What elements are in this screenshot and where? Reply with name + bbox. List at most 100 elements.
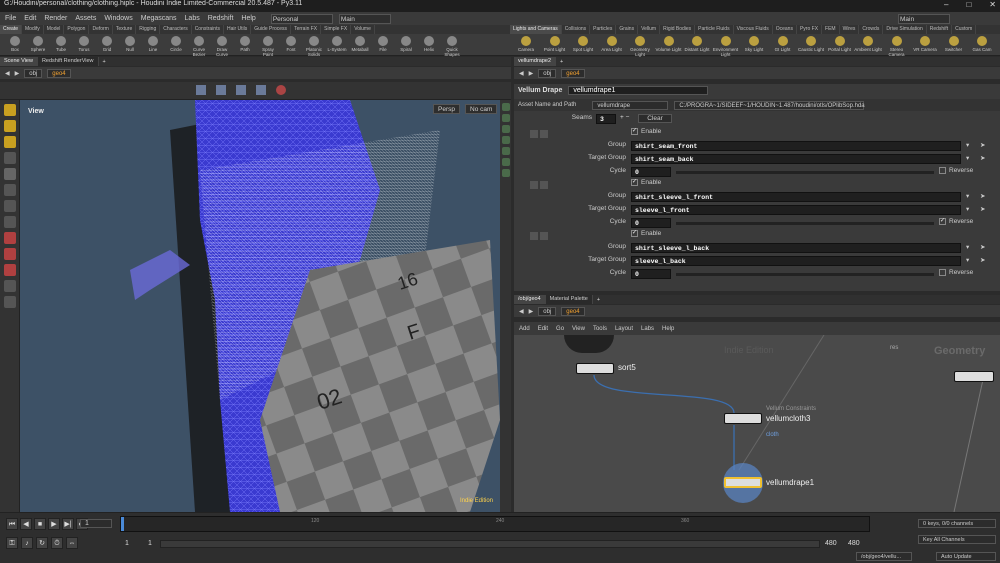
path-obj[interactable]: obj <box>24 68 43 78</box>
asset-name-field[interactable]: vellumdrape <box>592 100 669 110</box>
snap-tool-icon[interactable] <box>3 248 16 260</box>
shelf-tool[interactable]: Camera <box>512 34 540 56</box>
key-icon[interactable]: ⚿ <box>6 537 18 549</box>
shelf-tab[interactable]: Model <box>44 25 65 34</box>
shelf-tool[interactable]: File <box>372 34 394 56</box>
shelf-tab[interactable]: Wires <box>840 25 860 34</box>
menu-help[interactable]: Help <box>240 15 256 22</box>
shelf-tab[interactable]: Guide Process <box>251 25 292 34</box>
path-geo4[interactable]: geo4 <box>47 68 71 78</box>
network-menu-view[interactable]: View <box>572 326 585 332</box>
shelf-tab[interactable]: Rigid Bodies <box>660 25 696 34</box>
snap-grid-icon[interactable] <box>3 264 16 276</box>
select-tool-icon[interactable] <box>3 104 16 116</box>
brush-tool-icon[interactable] <box>3 200 16 212</box>
shelf-tab[interactable]: Terrain FX <box>291 25 322 34</box>
asset-path-field[interactable]: C:/PROGRA~1/SIDEEF~1/HOUDIN~1.487/houdin… <box>674 100 865 110</box>
add-param-tab-icon[interactable]: + <box>556 59 567 65</box>
network-menu-edit[interactable]: Edit <box>538 326 548 332</box>
reverse-toggle[interactable]: Reverse <box>939 269 973 276</box>
vellumcloth3-node[interactable] <box>724 413 762 424</box>
range-slider[interactable] <box>160 540 820 548</box>
shelf-tool[interactable]: Platonic Solids <box>303 34 325 57</box>
rotate-tool-icon[interactable] <box>3 136 16 148</box>
select-arrow-icon[interactable]: ➤ <box>980 205 985 213</box>
sound-icon[interactable]: ♪ <box>21 537 33 549</box>
back-icon[interactable]: ◀ <box>5 70 10 77</box>
close-icon[interactable]: ✕ <box>989 0 996 9</box>
shelf-tab[interactable]: Drive Simulation <box>883 25 927 34</box>
display-light-icon[interactable] <box>501 169 510 177</box>
start-frame-2[interactable]: 1 <box>148 540 152 547</box>
timeline-track[interactable]: 120 240 360 <box>120 516 870 532</box>
group-menu-icon[interactable]: ▾ <box>966 243 969 251</box>
play-icon[interactable]: ▶ <box>48 518 60 530</box>
loop-icon[interactable]: ↻ <box>36 537 48 549</box>
scene-viewport[interactable]: 02 F 16 View Persp No cam Indie Edition <box>20 100 500 512</box>
target-field[interactable]: sleeve_l_back <box>631 256 961 266</box>
shelf-tool[interactable]: L-System <box>326 34 348 56</box>
shelf-tool[interactable]: Distant Light <box>683 34 711 56</box>
add-tab-icon[interactable]: + <box>99 59 110 65</box>
shelf-tool[interactable]: Path <box>234 34 256 56</box>
network-menu-labs[interactable]: Labs <box>641 326 654 332</box>
shelf-tool[interactable]: Sky Light <box>740 34 768 56</box>
shelf-tab[interactable]: Constraints <box>192 25 224 34</box>
cycle-field[interactable]: 0 <box>631 218 671 228</box>
seams-add-button[interactable]: + − <box>620 114 629 121</box>
network-menu-go[interactable]: Go <box>556 326 564 332</box>
shelf-tab[interactable]: Viscous Fluids <box>734 25 773 34</box>
shelf-tab[interactable]: Hair Utils <box>224 25 252 34</box>
frame-number-field[interactable]: 1 <box>80 519 112 528</box>
tab-network-geo4[interactable]: /obj/geo4 <box>514 295 546 304</box>
tab-scene-view[interactable]: Scene View <box>0 57 38 66</box>
target-field[interactable]: sleeve_l_front <box>631 205 961 215</box>
geometry-side-node[interactable] <box>954 371 994 382</box>
shelf-tool[interactable]: Box <box>4 34 26 56</box>
vellumdrape1-node[interactable] <box>724 477 762 488</box>
realtime-icon[interactable]: ⏱ <box>51 537 63 549</box>
group-menu-icon[interactable]: ▾ <box>966 205 969 213</box>
param-forward-icon[interactable]: ▶ <box>529 70 534 77</box>
shelf-tab[interactable]: Redshift <box>927 25 953 34</box>
shelf-tool[interactable]: Stereo Camera <box>883 34 911 57</box>
network-path-obj[interactable]: obj <box>538 306 557 316</box>
display-uv-icon[interactable] <box>501 125 510 133</box>
seams-count-field[interactable]: 3 <box>596 114 616 124</box>
shelf-tab[interactable]: Characters <box>160 25 192 34</box>
menu-windows[interactable]: Windows <box>103 15 133 22</box>
network-editor[interactable]: Indie Edition Geometry sort5 Vellum Cons… <box>514 335 1000 512</box>
handle-tool-icon[interactable] <box>3 216 16 228</box>
cycle-field[interactable]: 0 <box>631 167 671 177</box>
range-icon[interactable]: ⇔ <box>66 537 78 549</box>
param-path-obj[interactable]: obj <box>538 68 557 78</box>
param-path-geo4[interactable]: geo4 <box>561 68 585 78</box>
view-tool-icon[interactable] <box>3 280 16 292</box>
shelf-tab[interactable]: Oceans <box>773 25 797 34</box>
prev-frame-icon[interactable]: ◀ <box>20 518 32 530</box>
handle-icon[interactable] <box>236 85 246 95</box>
shelf-tab[interactable]: Rigging <box>136 25 161 34</box>
shelf-tab[interactable]: Create <box>0 25 23 34</box>
end-frame[interactable]: 480 <box>825 540 837 547</box>
shelf-tab[interactable]: Vellum <box>638 25 661 34</box>
menu-labs[interactable]: Labs <box>184 15 201 22</box>
shelf-tool[interactable]: Switcher <box>940 34 968 56</box>
shelf-tool[interactable]: Font <box>280 34 302 56</box>
first-frame-icon[interactable]: ⏮ <box>6 518 18 530</box>
selection-icon[interactable] <box>256 85 266 95</box>
sort5-node[interactable] <box>576 363 614 374</box>
shelf-tool[interactable]: Metaball <box>349 34 371 56</box>
shelf-tab[interactable]: Lights and Cameras <box>510 25 562 34</box>
lock-icon[interactable] <box>3 168 16 180</box>
menu-render[interactable]: Render <box>43 15 68 22</box>
display-normals-icon[interactable] <box>501 114 510 122</box>
param-back-icon[interactable]: ◀ <box>519 70 524 77</box>
select-arrow-icon[interactable]: ➤ <box>980 256 985 264</box>
tab-redshift-renderview[interactable]: Redshift RenderView <box>37 57 99 66</box>
shelf-tool[interactable]: Spray Paint <box>257 34 279 57</box>
enable-checkbox[interactable]: ✓ Enable <box>631 179 661 186</box>
menu-assets[interactable]: Assets <box>74 15 97 22</box>
snap-icon[interactable] <box>216 85 226 95</box>
camera-tool-icon[interactable] <box>3 296 16 308</box>
